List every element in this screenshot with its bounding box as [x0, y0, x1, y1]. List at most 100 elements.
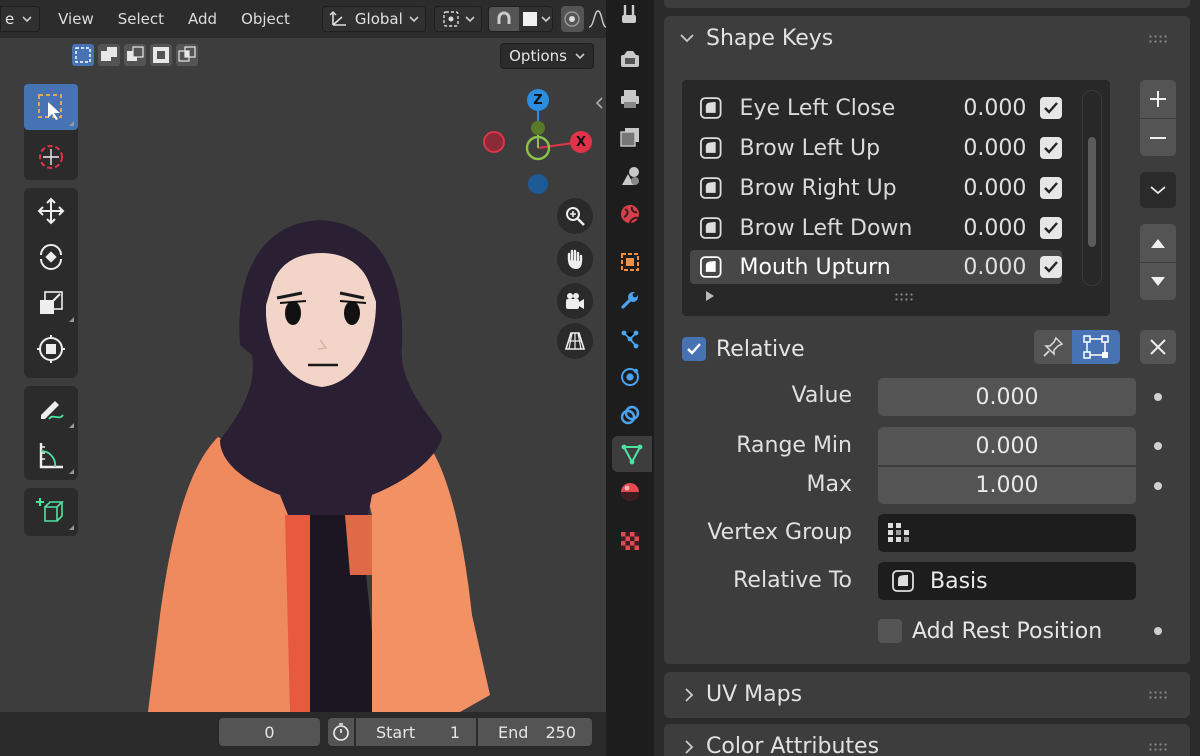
edit-mode-shape-button[interactable]: [1072, 330, 1120, 364]
add-shape-key-button[interactable]: [1140, 80, 1176, 118]
shape-key-item[interactable]: Brow Left Up 0.000: [690, 131, 1063, 165]
relative-checkbox[interactable]: [682, 337, 706, 361]
camera-view-button[interactable]: [557, 283, 593, 319]
character-model[interactable]: [140, 215, 500, 712]
shape-key-specials-button[interactable]: [1140, 172, 1176, 208]
transform-tool[interactable]: [24, 326, 78, 372]
tab-world[interactable]: [616, 200, 644, 228]
add-rest-position-row[interactable]: Add Rest Position: [878, 616, 1102, 646]
shape-key-value[interactable]: 0.000: [948, 96, 1026, 121]
shape-key-mute-checkbox[interactable]: [1040, 177, 1063, 199]
range-max-keyframe-dot[interactable]: [1154, 482, 1162, 490]
add-cube-tool[interactable]: [24, 488, 78, 534]
select-extend-mode-button[interactable]: [98, 44, 120, 66]
shape-key-mute-checkbox[interactable]: [1040, 217, 1063, 239]
tab-texture[interactable]: [616, 527, 644, 555]
panel-drag-grip-icon[interactable]: [1148, 34, 1168, 44]
shape-key-mute-checkbox[interactable]: [1040, 137, 1063, 159]
vertex-group-field[interactable]: [878, 514, 1136, 552]
list-resize-grip-icon[interactable]: [894, 292, 914, 302]
select-invert-mode-button[interactable]: [150, 44, 172, 66]
shape-key-lock-pin-button[interactable]: [1034, 330, 1072, 364]
snap-magnet-icon[interactable]: [488, 7, 519, 31]
cursor-tool[interactable]: [24, 134, 78, 180]
tab-modifiers[interactable]: [616, 286, 644, 314]
editor-type-menu[interactable]: e: [0, 6, 41, 32]
annotate-tool[interactable]: [24, 386, 78, 432]
panel-drag-grip-icon[interactable]: [1148, 742, 1168, 752]
tab-particles[interactable]: [616, 325, 644, 353]
start-frame-field[interactable]: Start 1: [356, 718, 476, 746]
pivot-point-dropdown[interactable]: [433, 6, 482, 32]
move-down-button[interactable]: [1140, 262, 1176, 300]
clear-shape-keys-button[interactable]: [1140, 330, 1176, 364]
select-intersect-mode-button[interactable]: [176, 44, 198, 66]
navigation-gizmo[interactable]: Z X: [478, 86, 596, 206]
move-up-button[interactable]: [1140, 224, 1176, 262]
relative-to-field[interactable]: Basis: [878, 562, 1136, 600]
uv-maps-panel[interactable]: UV Maps: [664, 672, 1190, 718]
filter-expand-triangle-icon[interactable]: [704, 290, 716, 302]
shape-key-item[interactable]: Brow Right Up 0.000: [690, 171, 1063, 205]
shape-key-mute-checkbox[interactable]: [1040, 256, 1063, 278]
select-box-tool[interactable]: [24, 84, 78, 130]
tab-render[interactable]: [616, 46, 644, 74]
shape-key-item[interactable]: Eye Left Close 0.000: [690, 91, 1063, 125]
relative-checkbox-row[interactable]: Relative: [682, 334, 805, 364]
shape-key-mute-checkbox[interactable]: [1040, 97, 1063, 119]
color-attributes-panel[interactable]: Color Attributes: [664, 724, 1190, 756]
add-menu[interactable]: Add: [176, 10, 229, 28]
object-menu[interactable]: Object: [229, 10, 302, 28]
move-tool[interactable]: [24, 188, 78, 234]
view-menu[interactable]: View: [46, 10, 106, 28]
shape-keys-header[interactable]: Shape Keys: [664, 16, 1190, 62]
add-rest-position-checkbox[interactable]: [878, 619, 902, 643]
list-scrollbar[interactable]: [1082, 90, 1102, 286]
shape-key-value[interactable]: 0.000: [948, 216, 1026, 241]
tab-scene[interactable]: [616, 162, 644, 190]
value-keyframe-dot[interactable]: [1154, 393, 1162, 401]
tab-view-layer[interactable]: [616, 123, 644, 151]
select-new-mode-button[interactable]: [72, 44, 94, 66]
shape-key-item-active[interactable]: Mouth Upturn 0.000: [690, 250, 1063, 284]
pan-button[interactable]: [557, 241, 593, 277]
proportional-editing-icon[interactable]: [560, 6, 584, 32]
rotate-tool[interactable]: [24, 234, 78, 280]
list-scrollbar-thumb[interactable]: [1088, 137, 1096, 247]
measure-tool[interactable]: [24, 432, 78, 478]
tab-material[interactable]: [616, 478, 644, 506]
select-subtract-mode-button[interactable]: [124, 44, 146, 66]
tab-output[interactable]: [616, 85, 644, 113]
range-min-keyframe-dot[interactable]: [1154, 442, 1162, 450]
value-field[interactable]: 0.000: [878, 378, 1136, 416]
falloff-curve-icon[interactable]: [588, 6, 606, 32]
tab-constraints[interactable]: [616, 401, 644, 429]
snap-target-icon[interactable]: [519, 7, 541, 31]
shape-key-value[interactable]: 0.000: [948, 136, 1026, 161]
select-menu[interactable]: Select: [106, 10, 176, 28]
shape-key-item[interactable]: Brow Left Down 0.000: [690, 211, 1063, 245]
shape-key-value[interactable]: 0.000: [948, 176, 1026, 201]
preview-range-toggle[interactable]: [328, 718, 354, 746]
gizmo-z-axis[interactable]: Z: [527, 89, 549, 111]
add-rest-keyframe-dot[interactable]: [1154, 627, 1162, 635]
tab-tool[interactable]: [616, 0, 644, 28]
tab-object-data[interactable]: [612, 436, 652, 472]
current-frame-field[interactable]: 0: [219, 718, 320, 746]
sidebar-toggle-chevron-icon[interactable]: [594, 96, 604, 110]
options-dropdown[interactable]: Options: [500, 43, 594, 69]
perspective-toggle-button[interactable]: [557, 323, 593, 359]
range-max-field[interactable]: 1.000: [878, 466, 1136, 504]
zoom-button[interactable]: [557, 198, 593, 234]
3d-viewport[interactable]: e View Select Add Object Global Options …: [0, 0, 606, 712]
transform-orientation-dropdown[interactable]: Global: [321, 6, 426, 32]
scale-tool[interactable]: [24, 280, 78, 326]
tab-physics[interactable]: [616, 363, 644, 391]
tab-object[interactable]: [616, 248, 644, 276]
remove-shape-key-button[interactable]: [1140, 118, 1176, 156]
range-min-field[interactable]: 0.000: [878, 427, 1136, 465]
gizmo-x-axis[interactable]: X: [570, 131, 592, 153]
panel-drag-grip-icon[interactable]: [1148, 690, 1168, 700]
shape-key-value[interactable]: 0.000: [948, 255, 1026, 280]
end-frame-field[interactable]: End 250: [478, 718, 592, 746]
